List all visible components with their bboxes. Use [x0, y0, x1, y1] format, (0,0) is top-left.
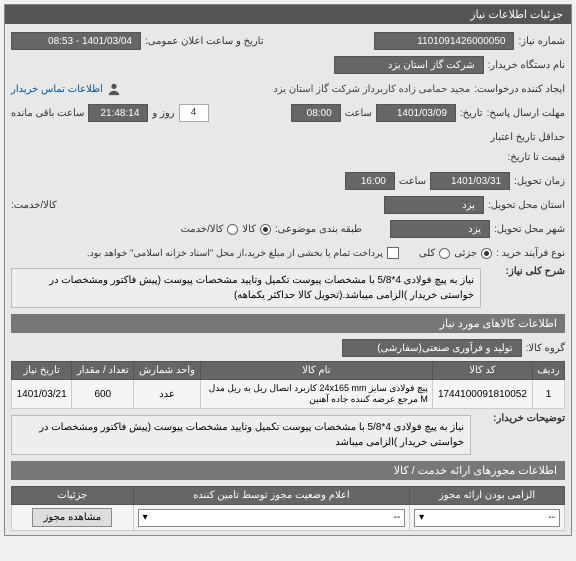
treasury-checkbox[interactable]: [387, 247, 399, 259]
permit-required-cell: -- ▾: [410, 505, 565, 531]
main-header: جزئیات اطلاعات نیاز: [5, 5, 571, 24]
date-label-1: تاریخ:: [460, 108, 483, 119]
service-opt: کالا/خدمت: [180, 224, 223, 235]
supplier-status-value: --: [394, 512, 401, 523]
th-name: نام کالا: [200, 362, 432, 380]
th-idx: ردیف: [532, 362, 564, 380]
delivery-city-label: شهر محل تحویل:: [494, 224, 565, 235]
details-cell: مشاهده مجوز: [12, 505, 134, 531]
th-unit: واحد شمارش: [134, 362, 200, 380]
td-unit: عدد: [134, 380, 200, 409]
send-deadline-label: مهلت ارسال پاسخ:: [487, 108, 565, 119]
permits-header-row: الزامی بودن ارائه مجوز اعلام وضعیت مجوز …: [12, 487, 565, 505]
chevron-down-icon: ▾: [419, 512, 424, 523]
permit-required-select[interactable]: -- ▾: [414, 509, 560, 527]
th-details: جزئیات: [12, 487, 134, 505]
delivery-place: یزد: [384, 196, 484, 214]
service-radio[interactable]: [227, 224, 238, 235]
permits-header: اطلاعات مجوزهای ارائه خدمت / کالا: [11, 461, 565, 480]
buyer-notes-text: نیاز به پیچ فولادی 4*5/8 با مشخصات پیوست…: [39, 422, 464, 448]
person-icon: [107, 82, 121, 96]
table-row: 1 1744100091810052 پیچ فولادی سایز 24x16…: [12, 380, 565, 409]
send-deadline-time: 08:00: [291, 104, 341, 122]
items-header: اطلاعات کالاهای مورد نیاز: [11, 314, 565, 333]
table-header-row: ردیف کد کالا نام کالا واحد شمارش تعداد /…: [12, 362, 565, 380]
delivery-date: 1401/03/31: [430, 172, 510, 190]
delivery-deadline-label: زمان تحویل:: [514, 176, 565, 187]
public-date-value: 1401/03/04 - 08:53: [11, 32, 141, 50]
payment-note: پرداخت تمام یا بخشی از مبلغ خرید،از محل …: [87, 248, 383, 259]
purchase-type-label: نوع فرآیند خرید :: [496, 248, 565, 259]
buyer-notes-box: نیاز به پیچ فولادی 4*5/8 با مشخصات پیوست…: [11, 415, 471, 455]
buyer-label: نام دستگاه خریدار:: [488, 60, 565, 71]
main-desc-label: شرح کلی نیاز:: [485, 266, 565, 277]
day-label: روز و: [152, 108, 174, 119]
partial-opt: جزئی: [454, 248, 477, 259]
requester-label: ایجاد کننده درخواست:: [474, 84, 565, 95]
buyer-notes-label: توضیحات خریدار:: [475, 413, 565, 424]
permit-required-value: --: [548, 512, 555, 523]
goods-service-label: کالا/خدمت:: [11, 200, 57, 211]
day-value: 4: [179, 104, 209, 122]
goods-radio[interactable]: [260, 224, 271, 235]
full-opt: کلی: [419, 248, 435, 259]
need-number-label: شماره نیاز:: [518, 36, 565, 47]
delivery-time: 16:00: [345, 172, 395, 190]
public-date-label: تاریخ و ساعت اعلان عمومی:: [145, 36, 264, 47]
td-qty: 600: [72, 380, 134, 409]
supplier-status-cell: -- ▾: [133, 505, 410, 531]
full-radio[interactable]: [439, 248, 450, 259]
contact-link[interactable]: اطلاعات تماس خریدار: [11, 84, 103, 95]
th-qty: تعداد / مقدار: [72, 362, 134, 380]
time-label-2: ساعت: [399, 176, 426, 187]
th-supplier-status: اعلام وضعیت مجوز توسط تامین کننده: [133, 487, 410, 505]
min-validity-label: حداقل تاریخ اعتبار: [490, 132, 565, 143]
remaining-time: 21:48:14: [88, 104, 148, 122]
td-date: 1401/03/21: [12, 380, 72, 409]
delivery-place-label: استان محل تحویل:: [488, 200, 565, 211]
requester-value: مجید حمامی زاده کاربرداز شرکت گاز استان …: [273, 84, 470, 95]
main-desc-text: نیاز به پیچ فولادی 4*5/8 با مشخصات پیوست…: [49, 275, 474, 301]
remaining-label: ساعت باقی مانده: [11, 108, 84, 119]
td-name: پیچ فولادی سایز 24x165 mm کاربرد اتصال ر…: [200, 380, 432, 409]
items-table: ردیف کد کالا نام کالا واحد شمارش تعداد /…: [11, 361, 565, 409]
permits-row: -- ▾ -- ▾ مشاهده مجوز: [12, 505, 565, 531]
supplier-status-select[interactable]: -- ▾: [138, 509, 406, 527]
price-to-label: قیمت تا تاریخ:: [508, 152, 565, 163]
main-desc-box: نیاز به پیچ فولادی 4*5/8 با مشخصات پیوست…: [11, 268, 481, 308]
category-label: طبقه بندی موضوعی:: [275, 224, 362, 235]
goods-group-label: گروه کالا:: [526, 343, 565, 354]
delivery-city: یزد: [390, 220, 490, 238]
main-header-title: جزئیات اطلاعات نیاز: [470, 8, 563, 21]
th-date: تاریخ نیاز: [12, 362, 72, 380]
permits-table: الزامی بودن ارائه مجوز اعلام وضعیت مجوز …: [11, 486, 565, 531]
chevron-down-icon: ▾: [143, 512, 148, 523]
need-number-value: 1101091426000050: [374, 32, 514, 50]
td-code: 1744100091810052: [432, 380, 532, 409]
td-idx: 1: [532, 380, 564, 409]
buyer-value: شرکت گاز استان یزد: [334, 56, 484, 74]
view-permit-button[interactable]: مشاهده مجوز: [32, 508, 112, 527]
th-code: کد کالا: [432, 362, 532, 380]
send-deadline-date: 1401/03/09: [376, 104, 456, 122]
th-permit-required: الزامی بودن ارائه مجوز: [410, 487, 565, 505]
goods-opt: کالا: [242, 224, 256, 235]
time-label-1: ساعت: [345, 108, 372, 119]
partial-radio[interactable]: [481, 248, 492, 259]
goods-group: تولید و فرآوری صنعتی(سفارشی): [342, 339, 522, 357]
